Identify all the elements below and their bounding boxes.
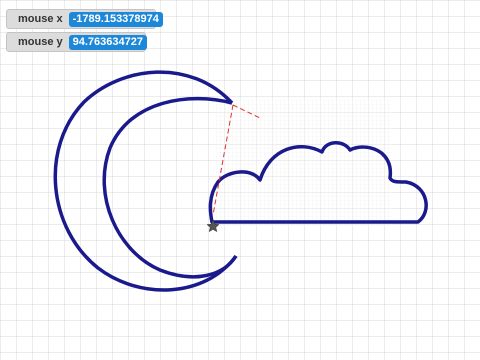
stage[interactable]: mouse x -1789.153378974 mouse y 94.76363… [0, 0, 480, 360]
monitor-label-mouse-y: mouse y [18, 36, 63, 48]
monitor-value-mouse-y: 94.763634727 [68, 34, 147, 50]
monitor-label-mouse-x: mouse x [18, 13, 63, 25]
fine-grid-region [216, 100, 392, 226]
monitor-mouse-y[interactable]: mouse y 94.763634727 [6, 32, 147, 52]
canvas[interactable] [0, 0, 480, 360]
monitor-value-mouse-x: -1789.153378974 [68, 11, 163, 27]
monitor-mouse-x[interactable]: mouse x -1789.153378974 [6, 9, 163, 29]
